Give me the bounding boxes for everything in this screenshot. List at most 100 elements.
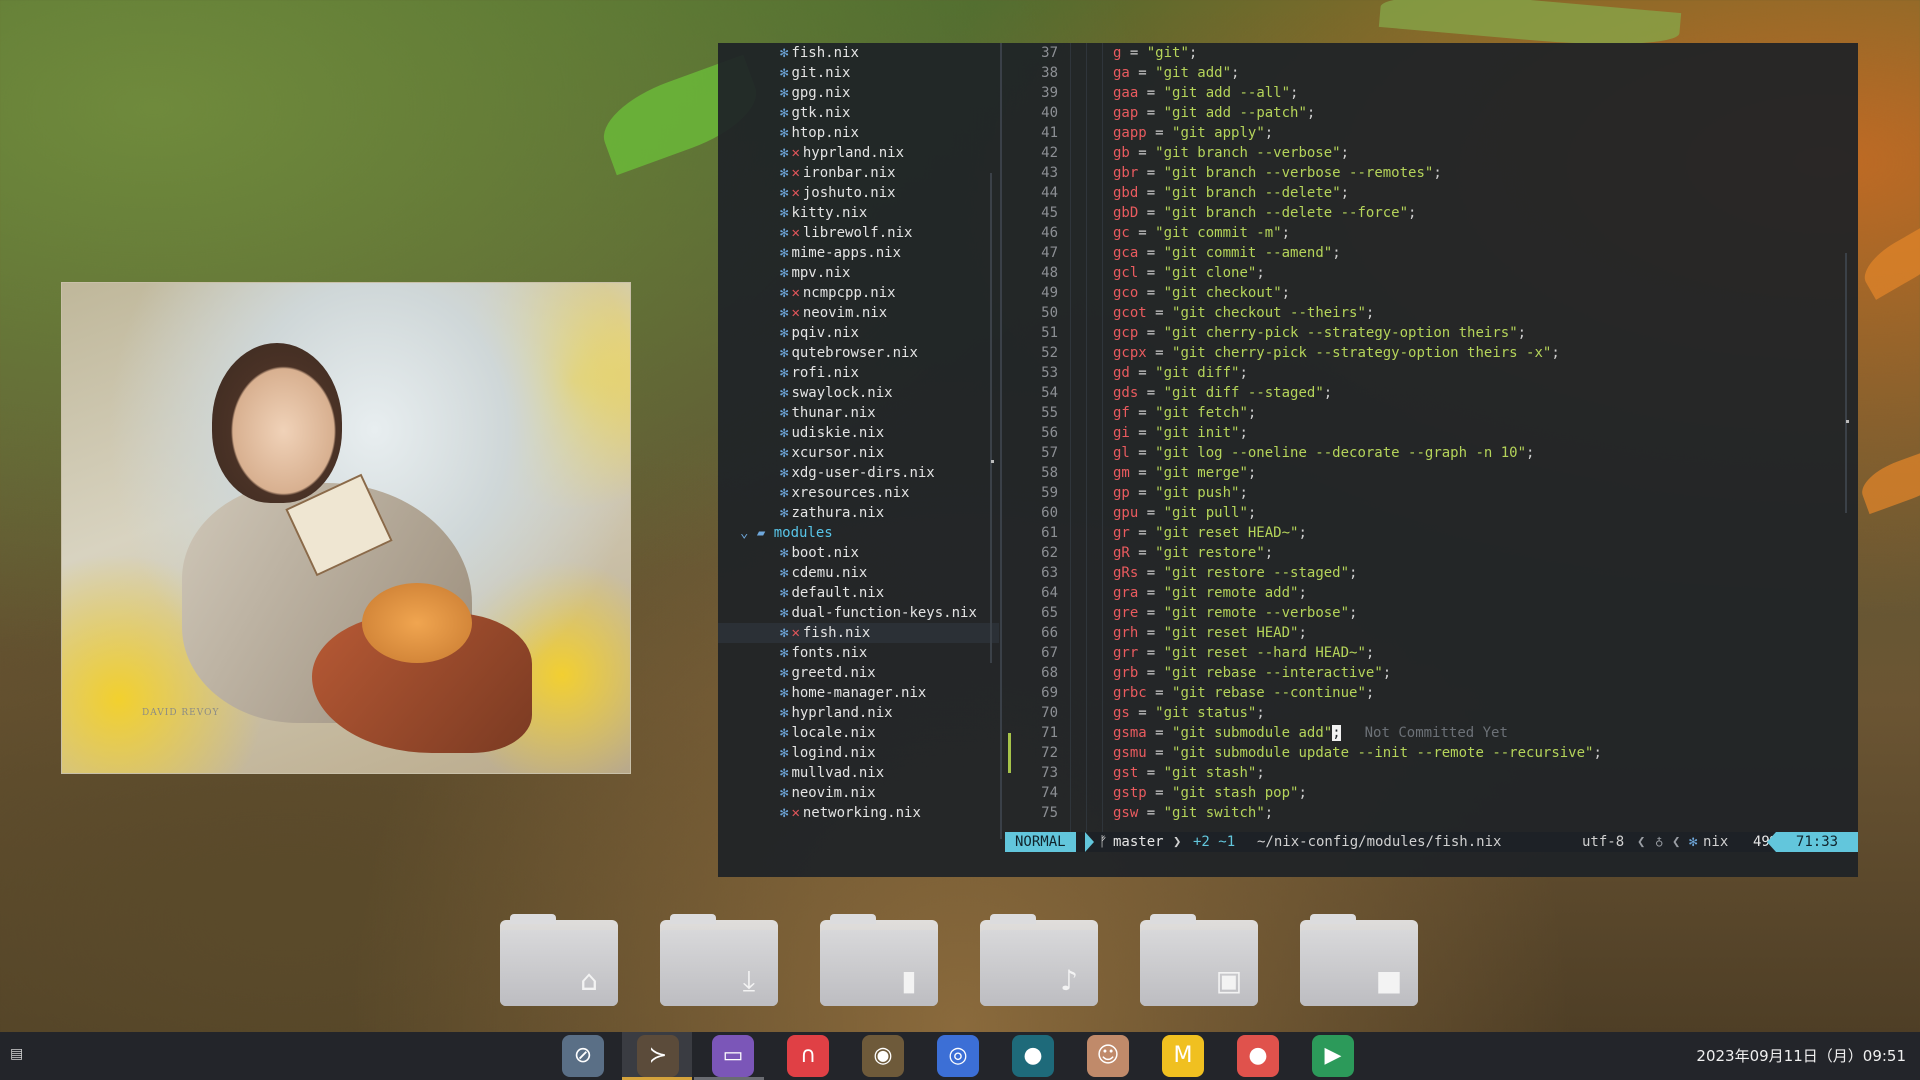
code-buffer[interactable]: g = "git"; ga = "git add"; gaa = "git add … [1113,43,1833,839]
file-tree-scrollbar[interactable] [990,173,992,663]
downloads-folder[interactable]: ⤓ [660,914,778,1006]
code-line[interactable]: gbd = "git branch --delete"; [1113,183,1349,203]
tree-file[interactable]: ✻ zathura.nix [718,503,999,523]
tree-file[interactable]: ✻ ✕ ironbar.nix [718,163,999,183]
tree-file[interactable]: ✻ hyprland.nix [718,703,999,723]
code-line[interactable]: gcpx = "git cherry-pick --strategy-optio… [1113,343,1560,363]
code-line[interactable]: gd = "git diff"; [1113,363,1248,383]
code-line[interactable]: gb = "git branch --verbose"; [1113,143,1349,163]
code-line[interactable]: gbD = "git branch --delete --force"; [1113,203,1416,223]
image-viewer-window[interactable]: DAVID REVOY [61,282,631,774]
code-line[interactable]: gre = "git remote --verbose"; [1113,603,1357,623]
code-line[interactable]: gca = "git commit --amend"; [1113,243,1341,263]
recorder-icon[interactable]: ● [1237,1035,1279,1077]
home-folder[interactable]: ⌂ [500,914,618,1006]
code-line[interactable]: gsmu = "git submodule update --init --re… [1113,743,1602,763]
code-line[interactable]: gs = "git status"; [1113,703,1265,723]
chat-icon[interactable]: ◎ [937,1035,979,1077]
code-line[interactable]: gRs = "git restore --staged"; [1113,563,1357,583]
code-line[interactable]: gstp = "git stash pop"; [1113,783,1307,803]
file-manager-icon[interactable]: ▭ [712,1035,754,1077]
tree-file[interactable]: ✻ greetd.nix [718,663,999,683]
tree-file[interactable]: ✻ neovim.nix [718,783,999,803]
code-line[interactable]: grb = "git rebase --interactive"; [1113,663,1391,683]
code-line[interactable]: gco = "git checkout"; [1113,283,1290,303]
tree-file[interactable]: ✻ cdemu.nix [718,563,999,583]
tree-file[interactable]: ✻ gtk.nix [718,103,999,123]
code-line[interactable]: gds = "git diff --staged"; [1113,383,1332,403]
tree-file[interactable]: ✻ locale.nix [718,723,999,743]
tree-file[interactable]: ✻ fish.nix [718,43,999,63]
code-line[interactable]: gaa = "git add --all"; [1113,83,1298,103]
buffer-scrollbar[interactable] [1845,253,1847,513]
avatar-app-icon[interactable]: ☺ [1087,1035,1129,1077]
code-line[interactable]: gc = "git commit -m"; [1113,223,1290,243]
tree-file[interactable]: ✻ default.nix [718,583,999,603]
code-line[interactable]: gr = "git reset HEAD~"; [1113,523,1307,543]
tree-file[interactable]: ✻ mullvad.nix [718,763,999,783]
tree-file[interactable]: ✻ mime-apps.nix [718,243,999,263]
code-line[interactable]: gi = "git init"; [1113,423,1248,443]
tree-file[interactable]: ✻ home-manager.nix [718,683,999,703]
code-line[interactable]: gst = "git stash"; [1113,763,1265,783]
window-split-divider[interactable] [1000,43,1002,839]
code-line[interactable]: gra = "git remote add"; [1113,583,1307,603]
audio-icon[interactable]: ● [1012,1035,1054,1077]
code-line[interactable]: gbr = "git branch --verbose --remotes"; [1113,163,1442,183]
tree-file[interactable]: ✻ pqiv.nix [718,323,999,343]
clipboard-icon[interactable]: ▤ [10,1046,26,1064]
code-line[interactable]: gsma = "git submodule add"; Not Committed… [1113,723,1508,743]
code-line[interactable]: gf = "git fetch"; [1113,403,1256,423]
code-line[interactable]: g = "git"; [1113,43,1197,63]
code-line[interactable]: gap = "git add --patch"; [1113,103,1315,123]
tree-folder[interactable]: ⌄ ▰ modules [718,523,999,543]
music-player-icon[interactable]: ∩ [787,1035,829,1077]
tree-file[interactable]: ✻ boot.nix [718,543,999,563]
neovim-window[interactable]: ✻ fish.nix ✻ git.nix ✻ gpg.nix ✻ gtk.nix ✻ htop.n… [718,43,1858,877]
code-line[interactable]: gm = "git merge"; [1113,463,1256,483]
mail-app-icon[interactable]: M [1162,1035,1204,1077]
music-folder[interactable]: ♪ [980,914,1098,1006]
taskbar-clock[interactable]: 2023年09月11日（月）09:51 [1696,1032,1906,1080]
code-line[interactable]: gcot = "git checkout --theirs"; [1113,303,1374,323]
code-line[interactable]: gsw = "git switch"; [1113,803,1273,823]
code-line[interactable]: gp = "git push"; [1113,483,1248,503]
code-line[interactable]: grbc = "git rebase --continue"; [1113,683,1374,703]
tree-file[interactable]: ✻ ✕ networking.nix [718,803,999,823]
code-line[interactable]: gapp = "git apply"; [1113,123,1273,143]
tree-file[interactable]: ✻ thunar.nix [718,403,999,423]
tree-file[interactable]: ✻ rofi.nix [718,363,999,383]
tree-file[interactable]: ✻ udiskie.nix [718,423,999,443]
code-line[interactable]: gpu = "git pull"; [1113,503,1256,523]
tree-file[interactable]: ✻ mpv.nix [718,263,999,283]
tree-file[interactable]: ✻ git.nix [718,63,999,83]
tree-file[interactable]: ✻ ✕ neovim.nix [718,303,999,323]
tree-file[interactable]: ✻ gpg.nix [718,83,999,103]
tree-file[interactable]: ✻ ✕ librewolf.nix [718,223,999,243]
browser-icon[interactable]: ⊘ [562,1035,604,1077]
code-line[interactable]: grr = "git reset --hard HEAD~"; [1113,643,1374,663]
tree-file[interactable]: ✻ xresources.nix [718,483,999,503]
tree-file[interactable]: ✻ htop.nix [718,123,999,143]
tree-file[interactable]: ✻ ✕ ncmpcpp.nix [718,283,999,303]
tree-file[interactable]: ✻ swaylock.nix [718,383,999,403]
code-line[interactable]: gR = "git restore"; [1113,543,1273,563]
gimp-icon[interactable]: ◉ [862,1035,904,1077]
tree-file[interactable]: ✻ logind.nix [718,743,999,763]
pictures-folder[interactable]: ▣ [1140,914,1258,1006]
code-line[interactable]: grh = "git reset HEAD"; [1113,623,1307,643]
tree-file[interactable]: ✻ ✕ joshuto.nix [718,183,999,203]
file-tree[interactable]: ✻ fish.nix ✻ git.nix ✻ gpg.nix ✻ gtk.nix ✻ htop.n… [718,43,999,839]
media-app-icon[interactable]: ▶ [1312,1035,1354,1077]
tree-file[interactable]: ✻ qutebrowser.nix [718,343,999,363]
terminal-icon[interactable]: ≻ [637,1035,679,1077]
code-line[interactable]: gl = "git log --oneline --decorate --gra… [1113,443,1534,463]
tree-file[interactable]: ✻ ✕ hyprland.nix [718,143,999,163]
tree-file[interactable]: ✻ ✕ fish.nix [718,623,999,643]
videos-folder[interactable]: ■ [1300,914,1418,1006]
code-line[interactable]: ga = "git add"; [1113,63,1239,83]
tree-file[interactable]: ✻ kitty.nix [718,203,999,223]
code-line[interactable]: gcl = "git clone"; [1113,263,1265,283]
documents-folder[interactable]: ▮ [820,914,938,1006]
tree-file[interactable]: ✻ dual-function-keys.nix [718,603,999,623]
